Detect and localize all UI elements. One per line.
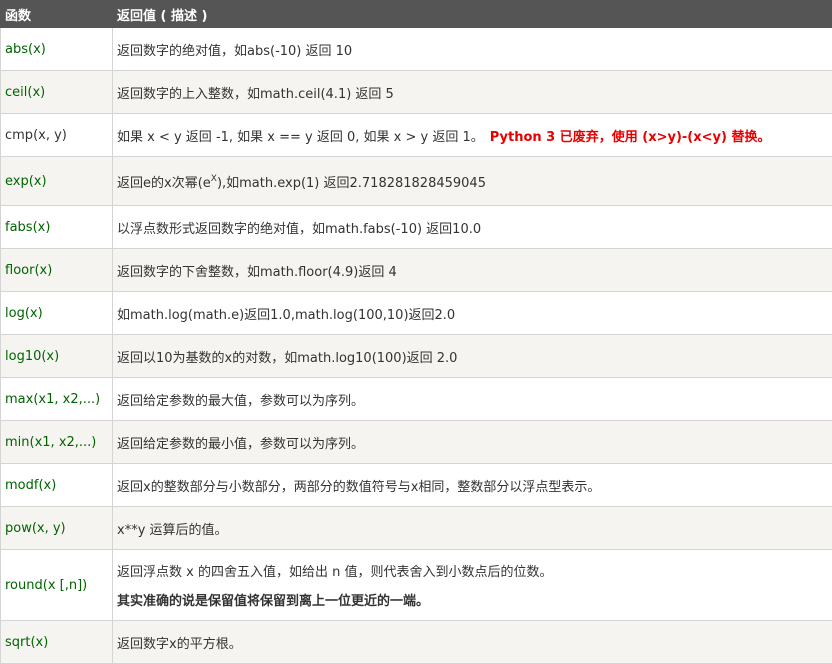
function-description: 如math.log(math.e)返回1.0,math.log(100,10)返…	[113, 292, 832, 335]
description-text-continued: ),如math.exp(1) 返回2.718281828459045	[217, 176, 486, 191]
table-row: cmp(x, y) 如果 x < y 返回 -1, 如果 x == y 返回 0…	[1, 114, 832, 157]
table-row: log(x) 如math.log(math.e)返回1.0,math.log(1…	[1, 292, 832, 335]
function-description: 返回数字的下舍整数，如math.floor(4.9)返回 4	[113, 249, 832, 292]
description-text: 返回e的x次幂(e	[117, 176, 211, 191]
table-row: modf(x) 返回x的整数部分与小数部分，两部分的数值符号与x相同，整数部分以…	[1, 464, 832, 507]
function-description: 返回以10为基数的x的对数，如math.log10(100)返回 2.0	[113, 335, 832, 378]
precision-note: 其实准确的说是保留值将保留到离上一位更近的一端。	[117, 590, 828, 609]
function-description: 如果 x < y 返回 -1, 如果 x == y 返回 0, 如果 x > y…	[113, 114, 832, 157]
function-name: floor(x)	[1, 249, 113, 292]
function-name: sqrt(x)	[1, 621, 113, 664]
table-row: ceil(x) 返回数字的上入整数，如math.ceil(4.1) 返回 5	[1, 71, 832, 114]
function-name: log10(x)	[1, 335, 113, 378]
table-header-row: 函数 返回值 ( 描述 )	[1, 1, 832, 28]
function-description: 返回数字的绝对值，如abs(-10) 返回 10	[113, 28, 832, 71]
function-name: min(x1, x2,...)	[1, 421, 113, 464]
table-row: round(x [,n]) 返回浮点数 x 的四舍五入值，如给出 n 值，则代表…	[1, 550, 832, 621]
table-row: abs(x) 返回数字的绝对值，如abs(-10) 返回 10	[1, 28, 832, 71]
description-text: 返回浮点数 x 的四舍五入值，如给出 n 值，则代表舍入到小数点后的位数。	[117, 565, 552, 580]
function-description: 返回给定参数的最大值，参数可以为序列。	[113, 378, 832, 421]
function-name: log(x)	[1, 292, 113, 335]
table-row: sqrt(x) 返回数字x的平方根。	[1, 621, 832, 664]
table-row: log10(x) 返回以10为基数的x的对数，如math.log10(100)返…	[1, 335, 832, 378]
function-name: cmp(x, y)	[1, 114, 113, 157]
table-row: min(x1, x2,...) 返回给定参数的最小值，参数可以为序列。	[1, 421, 832, 464]
function-description: 返回浮点数 x 的四舍五入值，如给出 n 值，则代表舍入到小数点后的位数。 其实…	[113, 550, 832, 621]
function-name: max(x1, x2,...)	[1, 378, 113, 421]
function-description: 返回e的x次幂(eX),如math.exp(1) 返回2.71828182845…	[113, 157, 832, 206]
function-name: modf(x)	[1, 464, 113, 507]
function-description: 返回x的整数部分与小数部分，两部分的数值符号与x相同，整数部分以浮点型表示。	[113, 464, 832, 507]
deprecation-note: Python 3 已废弃，使用 (x>y)-(x<y) 替换。	[490, 130, 771, 145]
function-description: x**y 运算后的值。	[113, 507, 832, 550]
function-description: 返回数字的上入整数，如math.ceil(4.1) 返回 5	[113, 71, 832, 114]
table-row: max(x1, x2,...) 返回给定参数的最大值，参数可以为序列。	[1, 378, 832, 421]
function-description: 返回给定参数的最小值，参数可以为序列。	[113, 421, 832, 464]
math-functions-table: 函数 返回值 ( 描述 ) abs(x) 返回数字的绝对值，如abs(-10) …	[0, 0, 832, 664]
description-text: 如果 x < y 返回 -1, 如果 x == y 返回 0, 如果 x > y…	[117, 130, 484, 145]
function-name: exp(x)	[1, 157, 113, 206]
header-function: 函数	[1, 1, 113, 28]
table-row: pow(x, y) x**y 运算后的值。	[1, 507, 832, 550]
function-name: abs(x)	[1, 28, 113, 71]
table-row: floor(x) 返回数字的下舍整数，如math.floor(4.9)返回 4	[1, 249, 832, 292]
function-name: fabs(x)	[1, 206, 113, 249]
table-row: exp(x) 返回e的x次幂(eX),如math.exp(1) 返回2.7182…	[1, 157, 832, 206]
function-description: 返回数字x的平方根。	[113, 621, 832, 664]
function-description: 以浮点数形式返回数字的绝对值，如math.fabs(-10) 返回10.0	[113, 206, 832, 249]
function-name: ceil(x)	[1, 71, 113, 114]
function-name: pow(x, y)	[1, 507, 113, 550]
table-row: fabs(x) 以浮点数形式返回数字的绝对值，如math.fabs(-10) 返…	[1, 206, 832, 249]
header-description: 返回值 ( 描述 )	[113, 1, 832, 28]
function-name: round(x [,n])	[1, 550, 113, 621]
